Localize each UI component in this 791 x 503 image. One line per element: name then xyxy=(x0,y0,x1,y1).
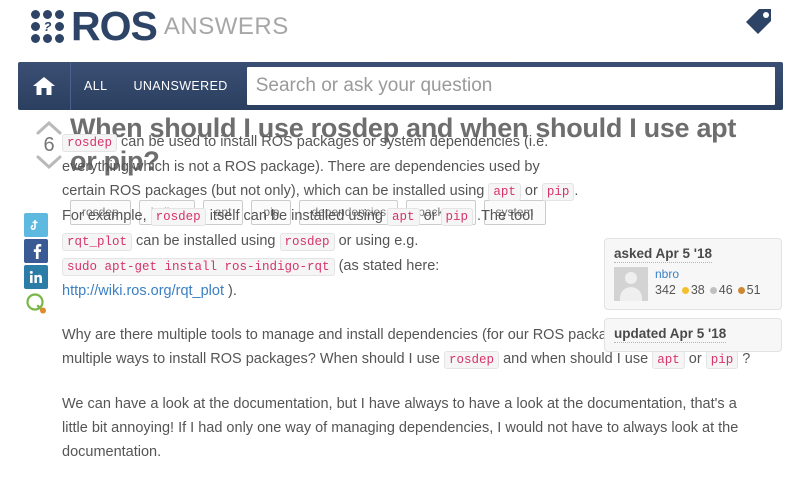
asked-card: asked Apr 5 '18 nbro 342 38 46 51 xyxy=(604,238,782,310)
nav-link-unanswered[interactable]: UNANSWERED xyxy=(120,79,240,93)
author-block[interactable]: nbro 342 38 46 51 xyxy=(614,267,772,301)
body-paragraph-3: We can have a look at the documentation,… xyxy=(62,396,739,460)
logo-dot xyxy=(43,34,52,43)
rqt-plot-wiki-link[interactable]: http://wiki.ros.org/rqt_plot xyxy=(62,283,224,299)
author-username[interactable]: nbro xyxy=(655,267,764,281)
gold-badge-count: 38 xyxy=(690,283,705,297)
author-details: nbro 342 38 46 51 xyxy=(655,267,764,301)
share-sidebar xyxy=(24,213,48,317)
logo-dot xyxy=(55,22,64,31)
bronze-badge-count: 51 xyxy=(746,283,761,297)
home-button[interactable] xyxy=(18,62,71,110)
updated-card: updated Apr 5 '18 xyxy=(604,318,782,352)
inline-code: pip xyxy=(440,208,474,226)
inline-code: rosdep xyxy=(444,351,500,369)
nav-link-all[interactable]: ALL xyxy=(71,79,120,93)
twitter-icon[interactable] xyxy=(24,213,48,237)
site-header: ? ROS ANSWERS xyxy=(0,0,791,57)
gold-badge-icon xyxy=(681,286,689,294)
silver-badge-icon xyxy=(709,286,717,294)
inline-code: apt xyxy=(488,183,521,201)
avatar[interactable] xyxy=(614,267,648,301)
body-text: can be installed using xyxy=(132,233,280,249)
silver-badge-count: 46 xyxy=(718,283,733,297)
identica-icon[interactable] xyxy=(24,291,48,315)
body-text: can be used to install ROS packages or s… xyxy=(62,134,549,199)
vote-count: 6 xyxy=(43,134,55,156)
bronze-badge: 51 xyxy=(737,282,761,298)
main-navbar: ALL UNANSWERED xyxy=(18,62,783,110)
gold-badge: 38 xyxy=(681,282,705,298)
search-input[interactable] xyxy=(246,67,775,105)
karma-points: 342 xyxy=(655,283,676,297)
logo-text-secondary: ANSWERS xyxy=(163,13,289,40)
body-text: .The tool xyxy=(473,208,534,224)
inline-code: apt xyxy=(387,208,420,226)
inline-code: sudo apt-get install ros-indigo-rqt xyxy=(62,258,335,276)
inline-code: rosdep xyxy=(62,134,118,152)
inline-code: rqt_plot xyxy=(62,233,133,251)
body-text: or xyxy=(520,183,542,199)
silver-badge: 46 xyxy=(709,282,733,298)
linkedin-icon[interactable] xyxy=(24,265,48,289)
tag-icon[interactable] xyxy=(743,7,773,40)
body-text: itself can be installed using xyxy=(205,208,388,224)
post-meta-sidebar: asked Apr 5 '18 nbro 342 38 46 51 update… xyxy=(604,238,782,360)
logo-dot xyxy=(43,10,52,19)
site-logo[interactable]: ? ROS ANSWERS xyxy=(31,6,289,47)
logo-question-mark: ? xyxy=(43,19,52,34)
logo-dot xyxy=(31,10,40,19)
chevron-down-icon[interactable] xyxy=(35,154,63,170)
body-text: or xyxy=(419,208,441,224)
body-text: or using e.g. xyxy=(334,233,419,249)
reputation-row: 342 38 46 51 xyxy=(655,282,764,298)
logo-dot xyxy=(55,10,64,19)
logo-dot xyxy=(31,22,40,31)
logo-text-primary: ROS xyxy=(71,3,158,49)
body-paragraph-1: rosdep can be used to install ROS packag… xyxy=(62,130,587,303)
inline-code: rosdep xyxy=(279,233,335,251)
asked-label: asked Apr 5 '18 xyxy=(614,246,713,263)
ros-dot-logo-icon: ? xyxy=(31,10,64,43)
updated-label: updated Apr 5 '18 xyxy=(614,326,727,343)
home-icon xyxy=(33,77,55,95)
inline-code: pip xyxy=(541,183,575,201)
inline-code: rosdep xyxy=(150,208,206,226)
logo-dot xyxy=(31,34,40,43)
facebook-icon[interactable] xyxy=(24,239,48,263)
body-text: (as stated here: xyxy=(334,258,440,274)
bronze-badge-icon xyxy=(737,286,745,294)
logo-dot xyxy=(55,34,64,43)
vote-column: 6 xyxy=(33,120,65,170)
body-text: ). xyxy=(224,283,237,299)
